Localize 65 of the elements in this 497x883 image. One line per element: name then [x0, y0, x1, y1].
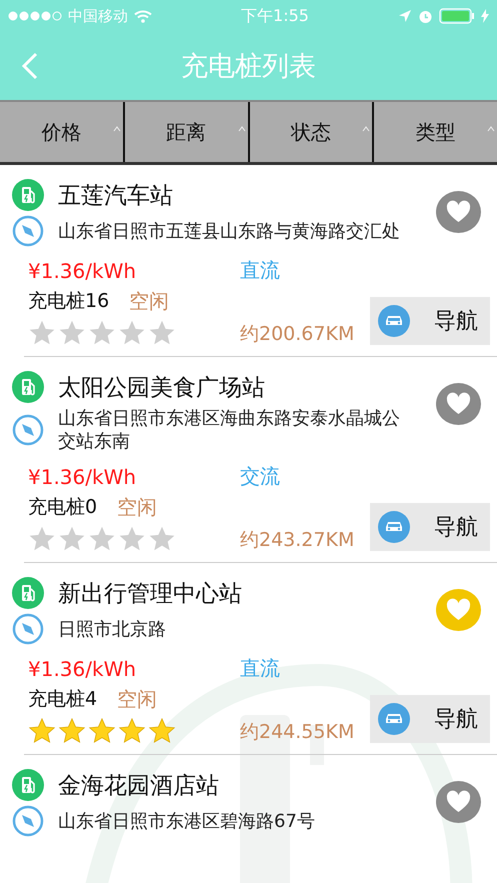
- charging-bolt-icon: [481, 9, 489, 23]
- station-name: 新出行管理中心站: [58, 580, 242, 608]
- pile-count: 充电桩16: [28, 289, 110, 314]
- price-text: ¥1.36/kWh: [28, 258, 138, 282]
- current-type: 直流: [240, 655, 281, 682]
- navigate-button[interactable]: 导航: [370, 297, 490, 345]
- caret-icon: [362, 126, 370, 132]
- pile-status: 空闲: [117, 494, 158, 521]
- star-icon: [148, 319, 176, 347]
- star-icon: [148, 525, 176, 553]
- price-text: ¥1.36/kWh: [28, 656, 138, 680]
- charging-station-icon: [12, 577, 44, 609]
- charging-station-icon: [12, 179, 44, 211]
- star-icon: [28, 717, 56, 745]
- star-icon: [58, 717, 86, 745]
- star-icon: [28, 319, 56, 347]
- price-text: ¥1.36/kWh: [28, 464, 138, 488]
- pile-status: 空闲: [129, 288, 170, 315]
- station-name: 太阳公园美食广场站: [58, 374, 265, 402]
- station-address: 山东省日照市东港区碧海路67号: [58, 810, 316, 832]
- location-arrow-icon: [398, 9, 412, 23]
- current-type: 直流: [240, 257, 281, 284]
- carrier-name: 中国移动: [68, 6, 128, 26]
- distance-text: 约200.67KM: [240, 322, 356, 347]
- compass-icon: [12, 215, 44, 247]
- page-title: 充电桩列表: [181, 51, 316, 82]
- compass-icon: [12, 613, 44, 645]
- car-icon: [378, 511, 410, 543]
- star-icon: [58, 525, 86, 553]
- star-icon: [118, 319, 146, 347]
- star-icon: [28, 525, 56, 553]
- navigate-button[interactable]: 导航: [370, 503, 490, 551]
- compass-icon: [12, 805, 44, 837]
- charging-station-icon: [12, 769, 44, 801]
- alarm-icon: [418, 8, 433, 24]
- caret-icon: [238, 126, 246, 132]
- station-name: 金海花园酒店站: [58, 772, 219, 800]
- charging-station-icon: [12, 371, 44, 403]
- star-icon: [88, 717, 116, 745]
- station-name: 五莲汽车站: [58, 182, 173, 210]
- star-icon: [118, 717, 146, 745]
- distance-text: 约244.55KM: [240, 720, 356, 745]
- car-icon: [378, 305, 410, 337]
- pile-count: 充电桩4: [28, 687, 98, 712]
- status-time: 下午1:55: [241, 6, 309, 24]
- star-icon: [58, 319, 86, 347]
- navigate-button[interactable]: 导航: [370, 695, 490, 743]
- distance-text: 约243.27KM: [240, 528, 356, 553]
- pile-status: 空闲: [117, 686, 158, 713]
- signal-icon: [8, 11, 62, 21]
- star-icon: [88, 319, 116, 347]
- compass-icon: [12, 414, 44, 446]
- car-icon: [378, 703, 410, 735]
- caret-icon: [112, 126, 121, 132]
- star-icon: [118, 525, 146, 553]
- station-address: 日照市北京路: [58, 618, 167, 640]
- star-icon: [148, 717, 176, 745]
- star-icon: [88, 525, 116, 553]
- station-address: 山东省日照市东港区海曲东路安泰水晶城公交站东南: [58, 407, 401, 453]
- station-address: 山东省日照市五莲县山东路与黄海路交汇处: [58, 220, 401, 242]
- battery-icon: [439, 8, 475, 24]
- current-type: 交流: [240, 463, 281, 490]
- caret-icon: [487, 126, 495, 132]
- pile-count: 充电桩0: [28, 495, 98, 520]
- wifi-icon: [134, 10, 152, 22]
